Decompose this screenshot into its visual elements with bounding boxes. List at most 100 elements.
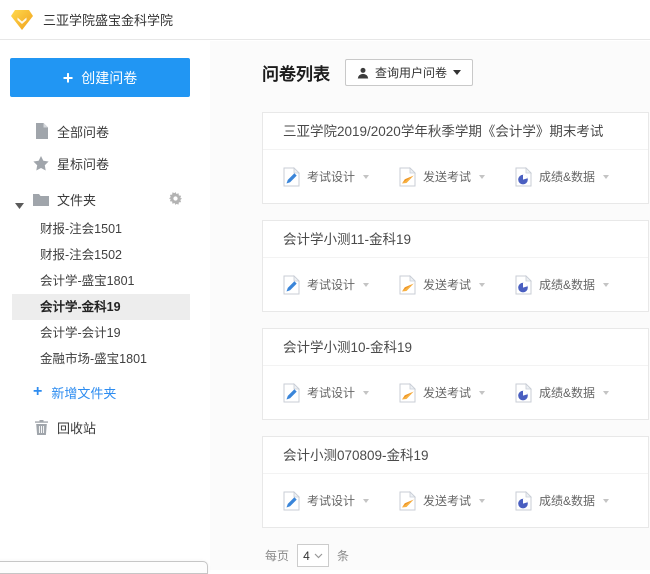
query-user-surveys-button[interactable]: 查询用户问卷 <box>345 59 473 86</box>
exam-design-button[interactable]: 考试设计 <box>283 275 369 295</box>
status-popup <box>0 561 208 574</box>
pagination: 每页 4 条 <box>265 544 650 567</box>
action-label: 成绩&数据 <box>539 492 595 509</box>
survey-list: 三亚学院2019/2020学年秋季学期《会计学》期末考试 考试设计 <box>262 112 649 528</box>
trash-icon <box>33 420 49 435</box>
sidebar-item-label: 回收站 <box>57 418 96 437</box>
folder-icon <box>33 193 49 206</box>
main-header: 问卷列表 查询用户问卷 <box>210 41 650 86</box>
exam-design-button[interactable]: 考试设计 <box>283 491 369 511</box>
star-icon <box>33 156 49 171</box>
results-data-icon <box>515 167 532 187</box>
caret-down-icon <box>363 499 369 503</box>
results-data-icon <box>515 275 532 295</box>
caret-down-icon <box>479 499 485 503</box>
action-label: 考试设计 <box>307 168 355 185</box>
create-survey-label: 创建问卷 <box>81 68 137 88</box>
survey-title[interactable]: 会计学小测11-金科19 <box>263 221 648 257</box>
sidebar-item-trash[interactable]: 回收站 <box>0 412 210 442</box>
send-exam-button[interactable]: 发送考试 <box>399 491 485 511</box>
results-data-button[interactable]: 成绩&数据 <box>515 491 609 511</box>
folder-item[interactable]: 会计学-会计19 <box>12 320 190 346</box>
send-exam-icon <box>399 383 416 403</box>
survey-actions: 考试设计 发送考试 <box>263 474 648 527</box>
survey-card: 会计学小测10-金科19 考试设计 <box>262 328 649 420</box>
exam-design-icon <box>283 383 300 403</box>
action-label: 考试设计 <box>307 384 355 401</box>
gear-icon[interactable] <box>169 192 182 210</box>
exam-design-button[interactable]: 考试设计 <box>283 167 369 187</box>
create-survey-button[interactable]: + 创建问卷 <box>10 58 190 97</box>
results-data-button[interactable]: 成绩&数据 <box>515 275 609 295</box>
action-label: 发送考试 <box>423 384 471 401</box>
caret-down-icon <box>603 175 609 179</box>
send-exam-icon <box>399 275 416 295</box>
survey-card: 三亚学院2019/2020学年秋季学期《会计学》期末考试 考试设计 <box>262 112 649 204</box>
exam-design-icon <box>283 275 300 295</box>
add-folder-label: 新增文件夹 <box>51 383 116 402</box>
sidebar-item-label: 文件夹 <box>57 190 96 209</box>
action-label: 成绩&数据 <box>539 276 595 293</box>
survey-actions: 考试设计 发送考试 <box>263 150 648 203</box>
send-exam-button[interactable]: 发送考试 <box>399 275 485 295</box>
page-size-select[interactable]: 4 <box>297 544 329 567</box>
caret-down-icon <box>479 175 485 179</box>
page-size-value: 4 <box>303 549 310 563</box>
plus-icon: + <box>33 384 42 400</box>
action-label: 发送考试 <box>423 276 471 293</box>
sidebar-item-all-surveys[interactable]: 全部问卷 <box>0 115 210 147</box>
sidebar: + 创建问卷 全部问卷 星标问卷 文件夹 <box>0 41 210 570</box>
main-content: 问卷列表 查询用户问卷 三亚学院2019/2020学年秋季学期《会计学》期末考试 <box>210 41 650 570</box>
send-exam-button[interactable]: 发送考试 <box>399 167 485 187</box>
results-data-button[interactable]: 成绩&数据 <box>515 167 609 187</box>
caret-down-icon <box>363 283 369 287</box>
gem-logo-icon <box>10 9 34 31</box>
plus-icon: + <box>63 69 74 87</box>
exam-design-button[interactable]: 考试设计 <box>283 383 369 403</box>
survey-actions: 考试设计 发送考试 <box>263 258 648 311</box>
caret-down-icon <box>453 70 461 75</box>
exam-design-icon <box>283 167 300 187</box>
caret-down-icon <box>363 175 369 179</box>
user-icon <box>357 67 369 79</box>
survey-title[interactable]: 会计学小测10-金科19 <box>263 329 648 365</box>
folders-section: 文件夹 <box>0 183 210 215</box>
folder-item[interactable]: 财报-注会1501 <box>12 216 190 242</box>
survey-title[interactable]: 三亚学院2019/2020学年秋季学期《会计学》期末考试 <box>263 113 648 149</box>
sidebar-item-starred[interactable]: 星标问卷 <box>0 147 210 179</box>
folder-list: 财报-注会1501 财报-注会1502 会计学-盛宝1801 会计学-金科19 … <box>0 216 210 372</box>
action-label: 发送考试 <box>423 492 471 509</box>
results-data-button[interactable]: 成绩&数据 <box>515 383 609 403</box>
caret-down-icon <box>479 391 485 395</box>
action-label: 成绩&数据 <box>539 168 595 185</box>
caret-down-icon <box>603 283 609 287</box>
page-title: 问卷列表 <box>262 60 330 85</box>
folder-item-selected[interactable]: 会计学-金科19 <box>12 294 190 320</box>
send-exam-icon <box>399 491 416 511</box>
page-size-suffix: 条 <box>337 547 349 564</box>
send-exam-button[interactable]: 发送考试 <box>399 383 485 403</box>
action-label: 成绩&数据 <box>539 384 595 401</box>
caret-down-icon <box>363 391 369 395</box>
survey-title[interactable]: 会计小测070809-金科19 <box>263 437 648 473</box>
action-label: 发送考试 <box>423 168 471 185</box>
file-icon <box>33 123 49 139</box>
folder-item[interactable]: 金融市场-盛宝1801 <box>12 346 190 372</box>
results-data-icon <box>515 491 532 511</box>
send-exam-icon <box>399 167 416 187</box>
query-button-label: 查询用户问卷 <box>375 64 447 81</box>
topbar: 三亚学院盛宝金科学院 <box>0 0 650 40</box>
action-label: 考试设计 <box>307 492 355 509</box>
caret-down-icon <box>603 391 609 395</box>
page-size-prefix: 每页 <box>265 547 289 564</box>
sidebar-item-label: 全部问卷 <box>57 122 109 141</box>
folder-item[interactable]: 财报-注会1502 <box>12 242 190 268</box>
folder-item[interactable]: 会计学-盛宝1801 <box>12 268 190 294</box>
results-data-icon <box>515 383 532 403</box>
sidebar-item-label: 星标问卷 <box>57 154 109 173</box>
survey-actions: 考试设计 发送考试 <box>263 366 648 419</box>
chevron-down-icon[interactable] <box>15 196 24 214</box>
add-folder-button[interactable]: + 新增文件夹 <box>0 378 210 406</box>
chevron-down-icon <box>314 553 323 559</box>
app-title: 三亚学院盛宝金科学院 <box>43 10 173 29</box>
